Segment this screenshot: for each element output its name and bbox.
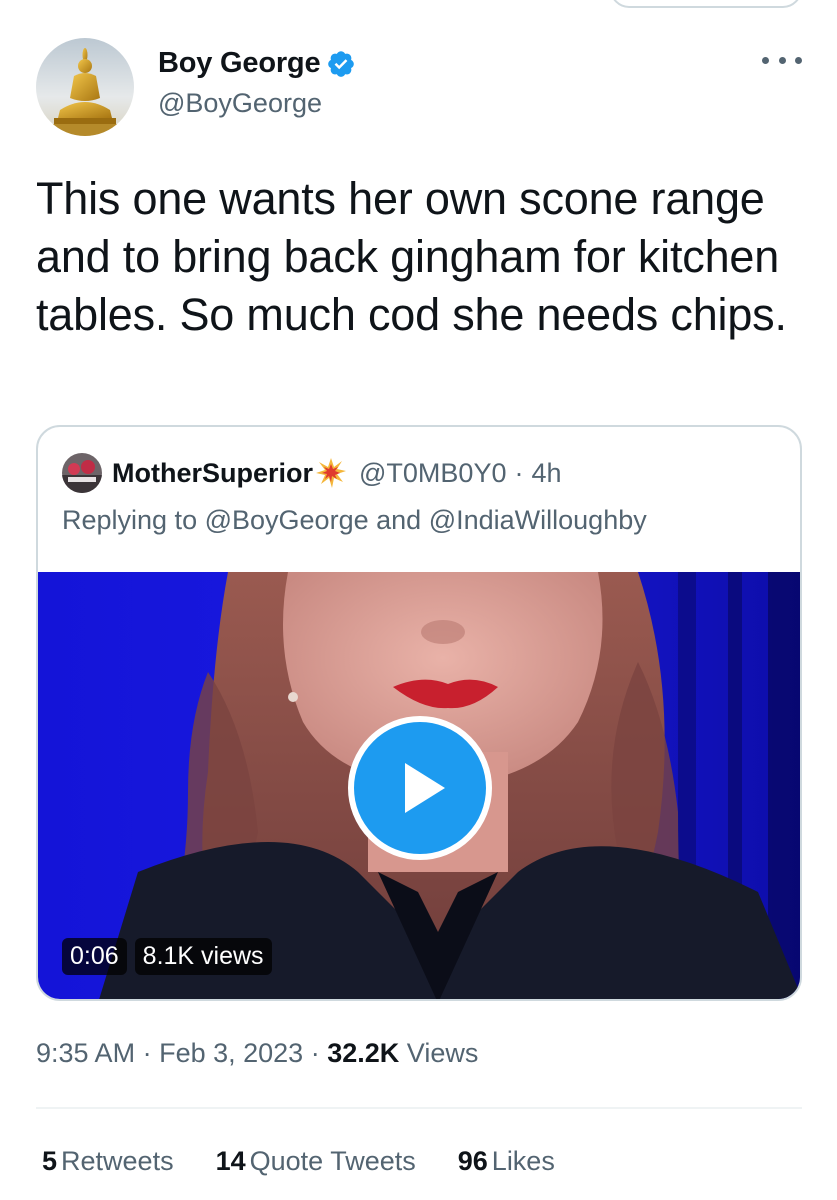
play-button[interactable] — [348, 716, 492, 860]
tweet-time[interactable]: 9:35 AM — [36, 1038, 135, 1068]
more-horizontal-icon[interactable] — [762, 48, 802, 72]
author-handle[interactable]: @BoyGeorge — [158, 88, 322, 119]
quoted-tweet-time[interactable]: 4h — [531, 458, 561, 489]
quoted-tweet-header: MotherSuperior @T0MB0Y0 · 4h — [62, 453, 562, 493]
video-view-count: 8.1K views — [134, 938, 272, 975]
tweet-date[interactable]: Feb 3, 2023 — [159, 1038, 303, 1068]
video-player[interactable]: 0:06 8.1K views — [38, 572, 800, 999]
retweets-label: Retweets — [61, 1146, 174, 1176]
follow-button[interactable] — [610, 0, 802, 8]
replying-to-label: Replying to — [62, 505, 198, 535]
quoted-tweet-card[interactable]: MotherSuperior @T0MB0Y0 · 4h Replying to… — [36, 425, 802, 1001]
quoted-author-name[interactable]: MotherSuperior — [112, 458, 313, 489]
likes-stat[interactable]: 96 Likes — [458, 1146, 555, 1177]
author-display-name[interactable]: Boy George — [158, 47, 321, 80]
quoted-author-avatar[interactable] — [62, 453, 102, 493]
reply-mention-2[interactable]: @IndiaWilloughby — [429, 505, 647, 535]
replying-to-line: Replying to @BoyGeorge and @IndiaWilloug… — [62, 505, 647, 536]
reply-mention-1[interactable]: @BoyGeorge — [205, 505, 369, 535]
play-icon — [405, 763, 445, 813]
retweets-stat[interactable]: 5 Retweets — [42, 1146, 174, 1177]
collision-emoji-icon — [316, 458, 347, 488]
tweet-views-count: 32.2K — [327, 1038, 400, 1068]
engagement-stats: 5 Retweets 14 Quote Tweets 96 Likes — [42, 1146, 555, 1177]
retweets-count: 5 — [42, 1146, 58, 1176]
tweet-views-label: Views — [406, 1038, 479, 1068]
reply-conjunction: and — [376, 505, 422, 535]
tweet-detail-page: Boy George @BoyGeorge This one wants her… — [0, 0, 837, 1200]
author-name-row[interactable]: Boy George — [158, 47, 356, 80]
video-duration: 0:06 — [62, 938, 127, 975]
separator-dot: · — [514, 457, 524, 488]
author-avatar[interactable] — [36, 38, 134, 136]
likes-label: Likes — [491, 1146, 555, 1176]
separator-dot: · — [142, 1038, 160, 1068]
video-badges: 0:06 8.1K views — [62, 938, 272, 975]
tweet-meta: 9:35 AM · Feb 3, 2023 · 32.2K Views — [36, 1038, 478, 1069]
quoted-author-handle[interactable]: @T0MB0Y0 — [359, 458, 506, 489]
quote-tweets-label: Quote Tweets — [249, 1146, 416, 1176]
separator-dot: · — [310, 1038, 328, 1068]
verified-badge-icon — [328, 50, 355, 77]
tweet-text: This one wants her own scone range and t… — [36, 173, 787, 340]
quote-tweets-count: 14 — [215, 1146, 246, 1176]
likes-count: 96 — [457, 1146, 488, 1176]
divider — [36, 1107, 802, 1109]
quote-tweets-stat[interactable]: 14 Quote Tweets — [216, 1146, 416, 1177]
